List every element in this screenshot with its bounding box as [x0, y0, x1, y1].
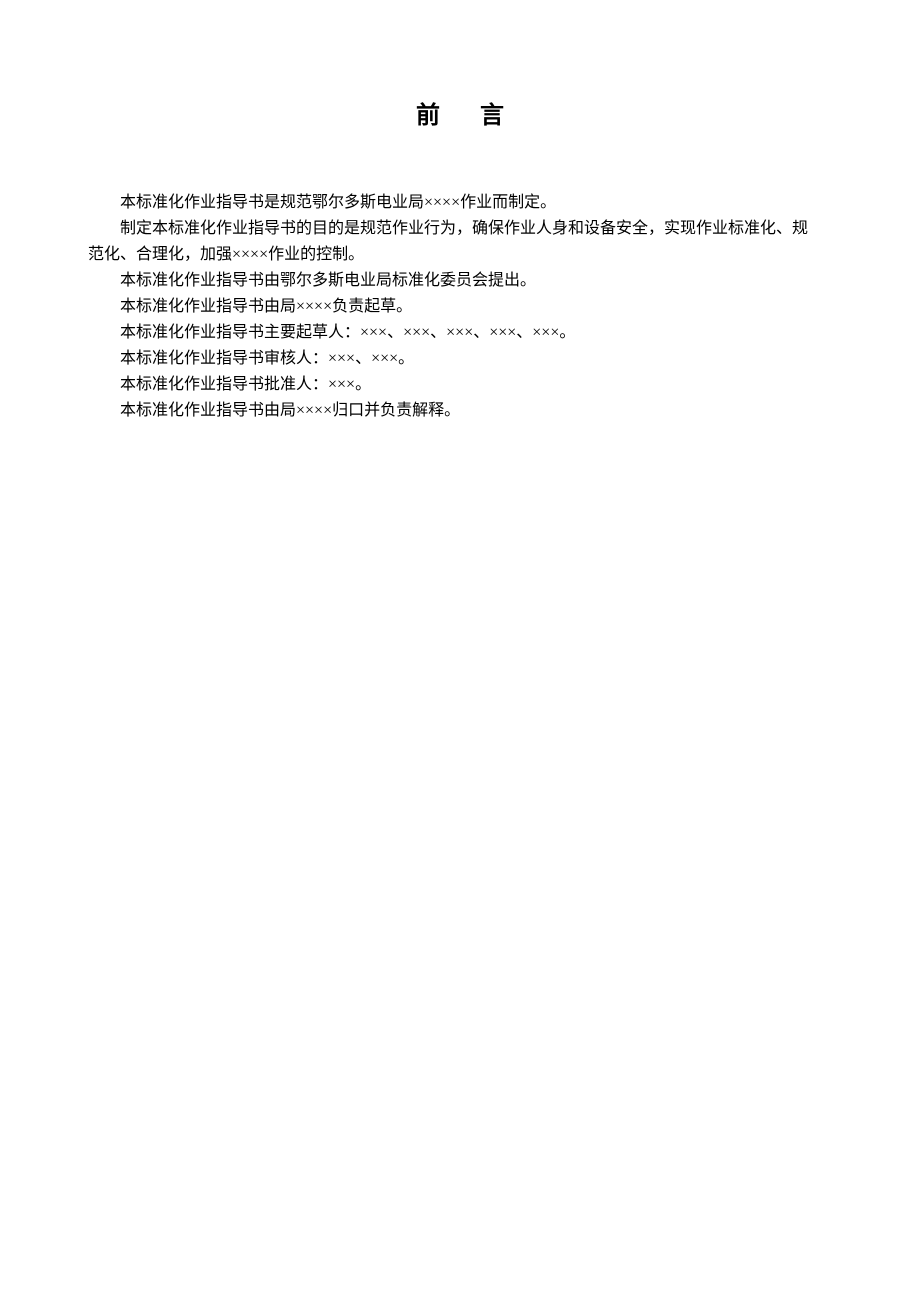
paragraph-2-line-2: 范化、合理化，加强××××作业的控制。: [88, 242, 832, 268]
document-body: 本标准化作业指导书是规范鄂尔多斯电业局××××作业而制定。 制定本标准化作业指导…: [88, 190, 832, 424]
paragraph-3: 本标准化作业指导书由鄂尔多斯电业局标准化委员会提出。: [88, 268, 832, 294]
paragraph-6: 本标准化作业指导书审核人：×××、×××。: [88, 346, 832, 372]
paragraph-7: 本标准化作业指导书批准人：×××。: [88, 372, 832, 398]
paragraph-4: 本标准化作业指导书由局××××负责起草。: [88, 294, 832, 320]
document-page: 前言 本标准化作业指导书是规范鄂尔多斯电业局××××作业而制定。 制定本标准化作…: [0, 0, 920, 424]
paragraph-5: 本标准化作业指导书主要起草人：×××、×××、×××、×××、×××。: [88, 320, 832, 346]
page-title: 前言: [88, 95, 832, 130]
paragraph-1: 本标准化作业指导书是规范鄂尔多斯电业局××××作业而制定。: [88, 190, 832, 216]
paragraph-2-line-1: 制定本标准化作业指导书的目的是规范作业行为，确保作业人身和设备安全，实现作业标准…: [88, 216, 832, 242]
paragraph-8: 本标准化作业指导书由局××××归口并负责解释。: [88, 398, 832, 424]
